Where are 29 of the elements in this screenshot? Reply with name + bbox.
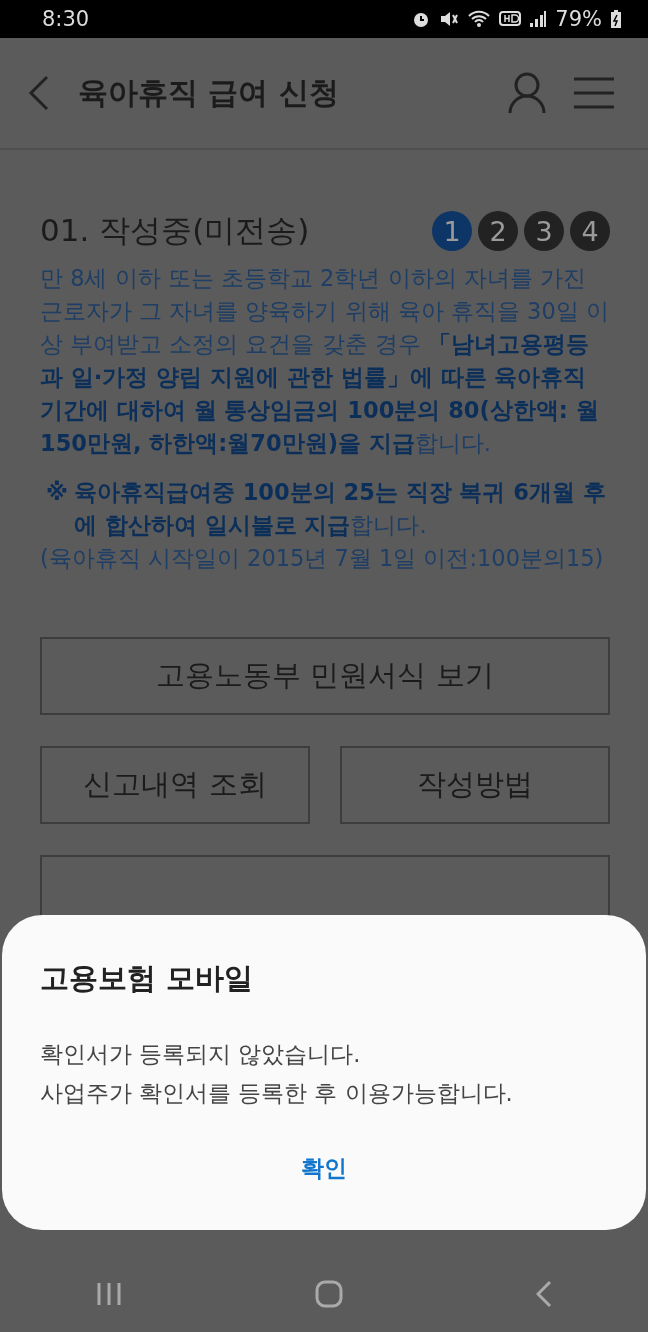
section-title: 01. 작성중(미전송) <box>40 211 310 250</box>
signal-icon <box>529 10 548 28</box>
step-indicator: 3 <box>524 211 564 251</box>
menu-button[interactable]: 작성방법 <box>340 746 610 824</box>
recent-apps-icon[interactable] <box>96 1280 123 1307</box>
note-text: 육아휴직급여중 100분의 25는 직장 복귀 6개월 후에 합산하여 일시불로 지급합니다. <box>73 478 607 540</box>
step-indicator: 4 <box>570 211 610 251</box>
menu-button[interactable]: 신고내역 조회 <box>40 746 310 824</box>
back-icon[interactable] <box>28 75 50 111</box>
note-mark: ※ <box>46 478 68 507</box>
hd-icon <box>499 10 522 28</box>
menu-button[interactable]: 고용노동부 민원서식 보기 <box>40 637 610 715</box>
back-icon[interactable] <box>535 1279 552 1308</box>
page-title: 육아휴직 급여 신청 <box>78 73 340 112</box>
battery-percent: 79% <box>555 7 602 31</box>
home-icon[interactable] <box>315 1279 343 1308</box>
battery-icon <box>610 9 622 29</box>
wifi-icon <box>467 9 492 29</box>
mute-icon <box>439 9 460 29</box>
confirm-button[interactable]: 확인 <box>281 1149 367 1188</box>
dialog-message: 확인서가 등록되지 않았습니다. 사업주가 확인서를 등록한 후 이용가능합니다. <box>40 1040 514 1108</box>
person-icon[interactable] <box>508 72 546 114</box>
menu-icon[interactable] <box>574 77 614 109</box>
clock-time: 8:30 <box>42 7 90 31</box>
footnote-text: (육아휴직 시작일이 2015년 7월 1일 이전:100분의15) <box>40 544 605 573</box>
step-indicator: 1 <box>432 211 472 251</box>
description-text: 만 8세 이하 또는 초등학교 2학년 이하의 자녀를 가진 근로자가 그 자녀를 양육하기 위해 육아 휴직을 30일 이상 부여받고 소정의 요건을 갖춘 경우 「남녀고용평등과 일·가정 양립 지원에 관한 법률」에 따른 육아휴직 기간에 대하여 월 통상임금의 100분의 80(상한액: 월 150만원, 하한액:월70만원)을 지급합니다. <box>40 264 610 458</box>
step-indicator: 2 <box>478 211 518 251</box>
dialog-title: 고용보험 모바일 <box>40 960 255 997</box>
